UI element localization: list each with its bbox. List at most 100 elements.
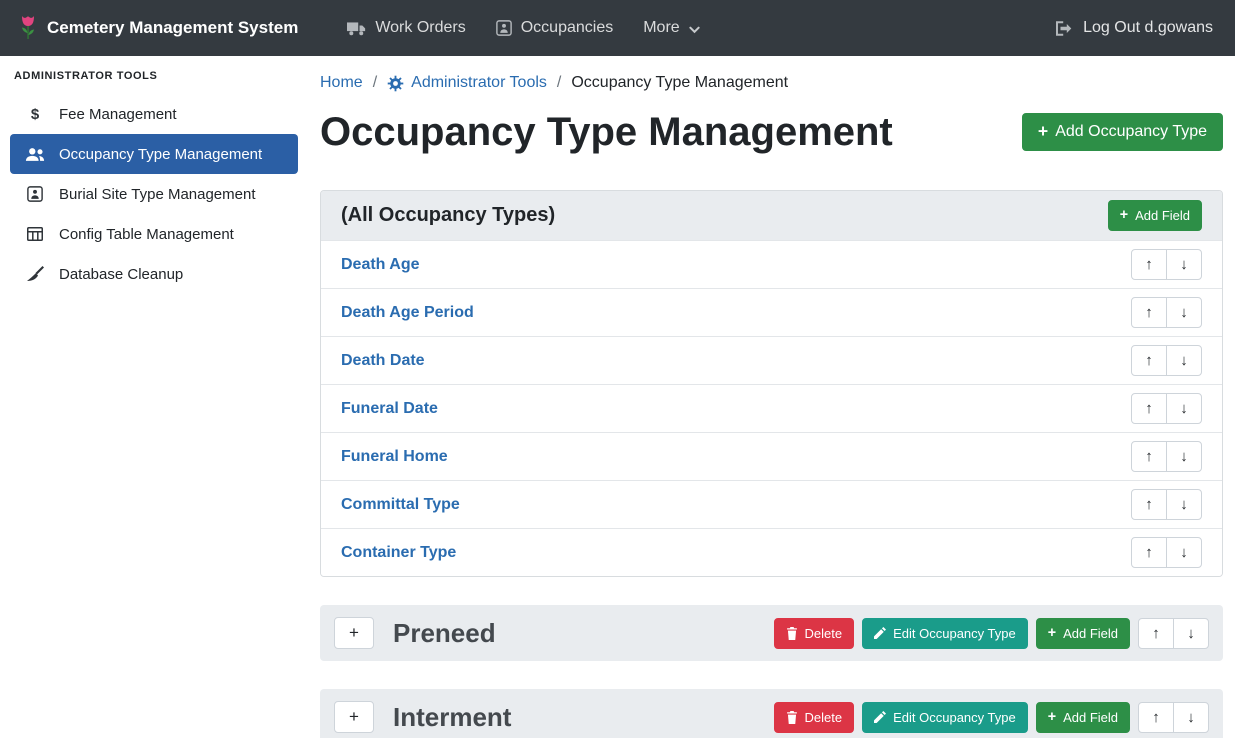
field-row: Death Date ↑ ↓	[321, 336, 1222, 384]
arrow-up-icon: ↑	[1145, 544, 1153, 561]
arrow-down-icon: ↓	[1180, 304, 1188, 321]
expand-button[interactable]: +	[334, 617, 374, 649]
app-brand[interactable]: Cemetery Management System	[18, 15, 298, 41]
add-field-label: Add Field	[1063, 626, 1118, 641]
move-up-button[interactable]: ↑	[1138, 702, 1174, 733]
nav-label: More	[643, 19, 679, 37]
add-field-label: Add Field	[1063, 710, 1118, 725]
nav-occupancies[interactable]: Occupancies	[496, 19, 614, 37]
arrow-down-icon: ↓	[1180, 496, 1188, 513]
gear-icon	[387, 75, 404, 92]
move-up-button[interactable]: ↑	[1131, 441, 1167, 472]
arrow-down-icon: ↓	[1187, 625, 1195, 642]
add-occupancy-type-label: Add Occupancy Type	[1055, 123, 1207, 141]
field-row: Funeral Date ↑ ↓	[321, 384, 1222, 432]
edit-occupancy-type-button[interactable]: Edit Occupancy Type	[862, 702, 1028, 733]
nav-more[interactable]: More	[643, 19, 699, 37]
breadcrumb-home-link[interactable]: Home	[320, 74, 363, 92]
trash-icon	[786, 627, 798, 640]
dollar-icon: $	[24, 106, 46, 123]
sidebar-item-config-table-management[interactable]: Config Table Management	[10, 214, 298, 254]
move-down-button[interactable]: ↓	[1166, 489, 1202, 520]
pencil-icon	[874, 711, 886, 723]
occupancy-type-section-preneed: + Preneed Delete	[320, 605, 1223, 661]
arrow-up-icon: ↑	[1152, 625, 1160, 642]
field-row: Death Age ↑ ↓	[321, 240, 1222, 288]
truck-icon	[347, 21, 366, 36]
field-link[interactable]: Committal Type	[341, 496, 460, 514]
reorder-buttons: ↑ ↓	[1138, 618, 1209, 649]
nav-label: Work Orders	[375, 19, 465, 37]
move-down-button[interactable]: ↓	[1166, 249, 1202, 280]
top-navbar: Cemetery Management System Work Orders O…	[0, 0, 1235, 56]
move-down-button[interactable]: ↓	[1166, 393, 1202, 424]
reorder-buttons: ↑ ↓	[1131, 297, 1202, 328]
nav-work-orders[interactable]: Work Orders	[347, 19, 465, 37]
move-down-button[interactable]: ↓	[1173, 618, 1209, 649]
add-occupancy-type-button[interactable]: + Add Occupancy Type	[1022, 113, 1223, 151]
reorder-buttons: ↑ ↓	[1131, 441, 1202, 472]
main-content: Home / Administrator Tool	[308, 56, 1235, 738]
sidebar-item-burial-site-type-management[interactable]: Burial Site Type Management	[10, 174, 298, 214]
app-title: Cemetery Management System	[47, 18, 298, 38]
arrow-up-icon: ↑	[1145, 256, 1153, 273]
expand-button[interactable]: +	[334, 701, 374, 733]
move-up-button[interactable]: ↑	[1131, 537, 1167, 568]
title-row: Occupancy Type Management + Add Occupanc…	[320, 108, 1223, 156]
delete-button[interactable]: Delete	[774, 618, 855, 649]
arrow-up-icon: ↑	[1145, 496, 1153, 513]
add-field-button[interactable]: + Add Field	[1036, 618, 1130, 649]
move-down-button[interactable]: ↓	[1166, 441, 1202, 472]
field-link[interactable]: Container Type	[341, 544, 456, 562]
table-icon	[24, 227, 46, 241]
delete-label: Delete	[805, 626, 843, 641]
move-up-button[interactable]: ↑	[1131, 249, 1167, 280]
add-field-button[interactable]: + Add Field	[1108, 200, 1202, 231]
breadcrumb-current: Occupancy Type Management	[571, 74, 788, 92]
field-row: Funeral Home ↑ ↓	[321, 432, 1222, 480]
field-link[interactable]: Death Age Period	[341, 304, 474, 322]
sidebar-item-label: Config Table Management	[59, 226, 234, 243]
plus-icon: +	[349, 623, 359, 643]
sidebar-heading: ADMINISTRATOR TOOLS	[0, 68, 308, 94]
field-link[interactable]: Death Date	[341, 352, 425, 370]
edit-occupancy-type-button[interactable]: Edit Occupancy Type	[862, 618, 1028, 649]
move-down-button[interactable]: ↓	[1166, 297, 1202, 328]
plus-icon: +	[349, 707, 359, 727]
arrow-up-icon: ↑	[1145, 400, 1153, 417]
arrow-down-icon: ↓	[1180, 352, 1188, 369]
move-up-button[interactable]: ↑	[1131, 393, 1167, 424]
move-up-button[interactable]: ↑	[1131, 297, 1167, 328]
move-down-button[interactable]: ↓	[1166, 345, 1202, 376]
pencil-icon	[874, 627, 886, 639]
sidebar-item-fee-management[interactable]: $ Fee Management	[10, 94, 298, 134]
person-frame-icon	[496, 20, 512, 36]
trash-icon	[786, 711, 798, 724]
section-actions: Delete Edit Occupancy Type + Add Field ↑	[774, 618, 1209, 649]
move-up-button[interactable]: ↑	[1131, 345, 1167, 376]
logout-button[interactable]: Log Out d.gowans	[1056, 19, 1213, 37]
field-link[interactable]: Funeral Home	[341, 448, 448, 466]
move-up-button[interactable]: ↑	[1138, 618, 1174, 649]
move-up-button[interactable]: ↑	[1131, 489, 1167, 520]
move-down-button[interactable]: ↓	[1173, 702, 1209, 733]
plus-icon: +	[1048, 710, 1056, 724]
reorder-buttons: ↑ ↓	[1131, 249, 1202, 280]
tulip-icon	[18, 15, 38, 41]
field-link[interactable]: Death Age	[341, 256, 420, 274]
occupancy-type-section-interment: + Interment Delete	[320, 689, 1223, 738]
sidebar-item-database-cleanup[interactable]: Database Cleanup	[10, 254, 298, 294]
breadcrumb-admin-tools-link[interactable]: Administrator Tools	[387, 74, 547, 92]
field-link[interactable]: Funeral Date	[341, 400, 438, 418]
broom-icon	[24, 266, 46, 282]
move-down-button[interactable]: ↓	[1166, 537, 1202, 568]
add-field-button[interactable]: + Add Field	[1036, 702, 1130, 733]
reorder-buttons: ↑ ↓	[1131, 537, 1202, 568]
chevron-down-icon	[689, 26, 700, 34]
field-row: Committal Type ↑ ↓	[321, 480, 1222, 528]
field-row: Container Type ↑ ↓	[321, 528, 1222, 576]
delete-button[interactable]: Delete	[774, 702, 855, 733]
sidebar-item-occupancy-type-management[interactable]: Occupancy Type Management	[10, 134, 298, 174]
edit-label: Edit Occupancy Type	[893, 626, 1016, 641]
add-field-label: Add Field	[1135, 208, 1190, 223]
